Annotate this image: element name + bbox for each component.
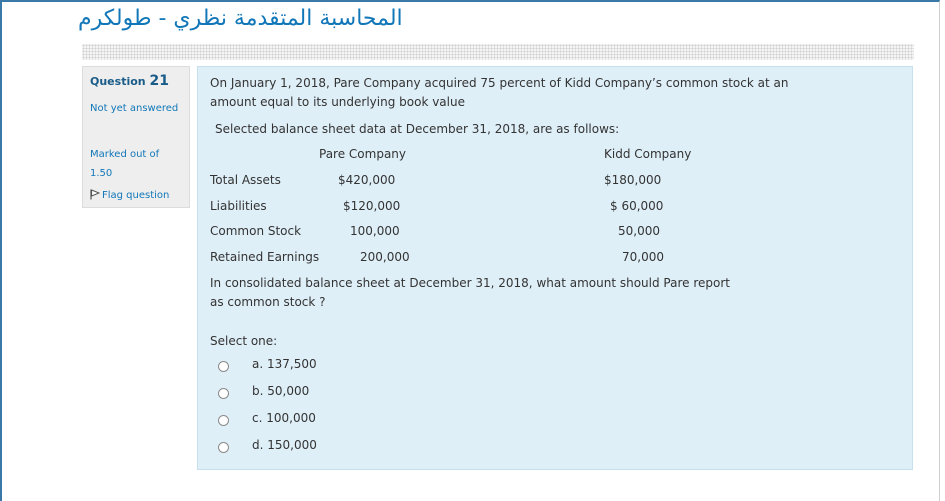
row-label-common-stock: Common Stock xyxy=(210,224,302,238)
option-d-label[interactable]: d. 150,000 xyxy=(252,438,317,452)
row-kidd-common-stock: 50,000 xyxy=(618,224,660,238)
row-kidd-total-assets: $180,000 xyxy=(604,173,662,187)
question-intro-line2: amount equal to its underlying book valu… xyxy=(210,95,465,109)
question-info-panel: Question 21 Not yet answered Marked out … xyxy=(82,66,190,208)
question-intro-line1: On January 1, 2018, Pare Company acquire… xyxy=(210,76,789,90)
column-header-pare: Pare Company xyxy=(319,147,407,161)
row-label-total-assets: Total Assets xyxy=(210,173,281,187)
course-title[interactable]: المحاسبة المتقدمة نظري - طولكرم xyxy=(78,6,444,31)
row-label-retained-earnings: Retained Earnings xyxy=(210,250,320,264)
question-content: On January 1, 2018, Pare Company acquire… xyxy=(197,66,913,470)
row-kidd-liabilities: $ 60,000 xyxy=(610,199,664,213)
option-c-label[interactable]: c. 100,000 xyxy=(252,411,316,425)
option-b-radio[interactable] xyxy=(218,388,229,399)
row-label-liabilities: Liabilities xyxy=(210,199,267,213)
row-kidd-retained-earnings: 70,000 xyxy=(622,250,664,264)
option-a-radio[interactable] xyxy=(218,361,229,372)
flag-question-label: Flag question xyxy=(102,190,170,201)
question-prompt-line1: In consolidated balance sheet at Decembe… xyxy=(210,276,730,290)
flag-question-link[interactable]: Flag question xyxy=(90,189,169,201)
question-state: Not yet answered xyxy=(90,103,179,114)
data-intro: Selected balance sheet data at December … xyxy=(215,122,620,136)
option-b-label[interactable]: b. 50,000 xyxy=(252,384,309,398)
question-prompt-line2: as common stock ? xyxy=(210,295,326,309)
column-header-kidd: Kidd Company xyxy=(604,147,692,161)
question-marks: Marked out of 1.50 xyxy=(90,149,160,179)
separator-band xyxy=(82,44,914,60)
question-label: Question xyxy=(90,75,146,88)
select-one-label: Select one: xyxy=(210,334,278,348)
option-a-label[interactable]: a. 137,500 xyxy=(252,357,317,371)
row-pare-liabilities: $120,000 xyxy=(343,199,401,213)
option-c-radio[interactable] xyxy=(218,415,229,426)
row-pare-common-stock: 100,000 xyxy=(350,224,400,238)
question-number-value: 21 xyxy=(149,73,169,89)
row-pare-retained-earnings: 200,000 xyxy=(360,250,410,264)
row-pare-total-assets: $420,000 xyxy=(338,173,396,187)
option-d-radio[interactable] xyxy=(218,442,229,453)
flag-icon xyxy=(90,189,101,200)
question-number: Question 21 xyxy=(90,73,169,89)
